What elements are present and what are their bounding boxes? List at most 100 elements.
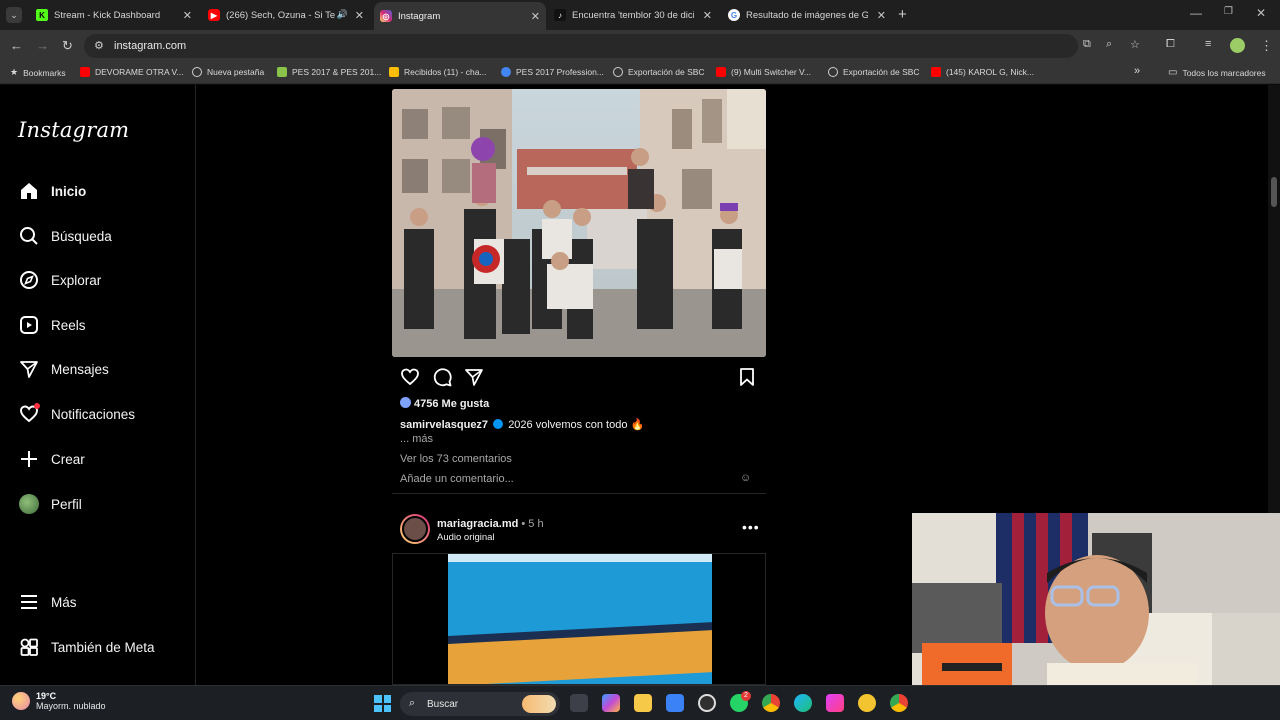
tab-google[interactable]: G Resultado de imágenes de Goo ✕ <box>722 4 892 26</box>
task-view-icon[interactable] <box>570 694 588 712</box>
close-tab-icon[interactable]: ✕ <box>355 9 364 22</box>
youtube-icon <box>80 67 90 77</box>
weather-widget[interactable]: 19°C Mayorm. nublado <box>12 691 106 711</box>
menu-icon[interactable]: ⋮ <box>1260 38 1273 54</box>
plus-icon <box>18 448 40 470</box>
cast-icon[interactable]: ⧉ <box>1083 38 1091 51</box>
tab-kick[interactable]: K Stream - Kick Dashboard ✕ <box>30 4 198 26</box>
google-icon: G <box>728 9 740 21</box>
post-author-avatar[interactable] <box>400 514 430 544</box>
nav-label: Más <box>51 594 77 610</box>
extensions-icon[interactable]: ⧠ <box>1166 38 1175 51</box>
nav-label: Notificaciones <box>51 406 136 422</box>
save-bookmark-icon[interactable] <box>738 367 756 392</box>
taskbar-search[interactable]: ⌕ Buscar <box>400 692 560 716</box>
share-icon[interactable] <box>464 367 484 392</box>
bookmark-item[interactable]: Nueva pestaña <box>192 67 264 77</box>
chrome-icon[interactable] <box>762 694 780 712</box>
minimize-icon[interactable]: — <box>1190 6 1202 20</box>
view-comments-link[interactable]: Ver los 73 comentarios <box>400 453 512 465</box>
address-bar[interactable]: ⚙ instagram.com <box>84 34 1078 58</box>
forward-icon[interactable]: → <box>36 38 49 53</box>
bookmark-item[interactable]: Exportación de SBC <box>613 67 705 77</box>
gmail-icon <box>389 67 399 77</box>
nav-item-busqueda[interactable]: Búsqueda <box>18 221 112 251</box>
likes-count[interactable]: 4756 Me gusta <box>400 397 489 410</box>
nav-item-perfil[interactable]: Perfil <box>18 489 82 519</box>
close-tab-icon[interactable]: ✕ <box>877 9 886 22</box>
like-heart-icon[interactable] <box>400 367 420 392</box>
tab-tiktok[interactable]: ♪ Encuentra 'temblor 30 de dicie ✕ <box>548 4 718 26</box>
nav-item-reels[interactable]: Reels <box>18 310 86 340</box>
youtube-icon <box>931 67 941 77</box>
bookmarks-bar: ★ Bookmarks DEVORAME OTRA V... Nueva pes… <box>0 62 1280 84</box>
bookmark-item[interactable]: PES 2017 Profession... <box>501 67 604 77</box>
nav-label: Explorar <box>51 272 102 288</box>
audio-playing-icon[interactable]: 🔊 <box>337 9 348 20</box>
kick-icon: K <box>36 9 48 21</box>
meta-apps-icon <box>18 636 40 658</box>
emoji-icon[interactable]: ☺ <box>740 472 751 484</box>
bookmark-item[interactable]: Recibidos (11) - cha... <box>389 67 487 77</box>
start-icon[interactable] <box>374 695 391 712</box>
game-icon[interactable] <box>858 694 876 712</box>
bookmarks-overflow-icon[interactable]: » <box>1134 65 1140 77</box>
edge-icon[interactable] <box>794 694 812 712</box>
file-explorer-icon[interactable] <box>634 694 652 712</box>
media-controls-icon[interactable]: ≡ <box>1205 38 1211 50</box>
nav-item-mensajes[interactable]: Mensajes <box>18 354 109 384</box>
nav-item-crear[interactable]: Crear <box>18 444 85 474</box>
instagram-logo[interactable]: Instagram <box>18 118 129 142</box>
bookmark-item[interactable]: ★ Bookmarks <box>10 67 66 78</box>
new-tab-button[interactable]: + <box>898 6 907 23</box>
store-icon[interactable] <box>666 694 684 712</box>
nav-item-tambien-de-meta[interactable]: También de Meta <box>18 632 155 662</box>
verified-badge-icon <box>493 419 504 429</box>
browser-toolbar: ← → ↻ ⚙ instagram.com ⧉ ⌕ ☆ ⧠ ≡ ⋮ <box>0 30 1280 62</box>
send-icon <box>18 358 40 380</box>
tab-instagram[interactable]: ◎ Instagram ✕ <box>374 2 546 30</box>
obs-icon[interactable] <box>698 694 716 712</box>
app-icon[interactable] <box>826 694 844 712</box>
nav-item-explorar[interactable]: Explorar <box>18 265 101 295</box>
post-video[interactable] <box>392 553 766 685</box>
more-options-icon[interactable]: ••• <box>742 519 760 535</box>
post-username[interactable]: mariagracia.md <box>437 518 518 530</box>
bookmark-item[interactable]: (9) Multi Switcher V... <box>716 67 811 77</box>
zoom-icon[interactable]: ⌕ <box>1106 38 1112 51</box>
restore-icon[interactable]: ❐ <box>1224 6 1233 17</box>
nav-item-notificaciones[interactable]: Notificaciones <box>18 399 135 429</box>
caption-more-link[interactable]: ... más <box>400 433 433 445</box>
nav-item-inicio[interactable]: Inicio <box>18 176 86 206</box>
chrome-alt-icon[interactable] <box>890 694 908 712</box>
bookmark-item[interactable]: Exportación de SBC <box>828 67 920 77</box>
post-username[interactable]: samirvelasquez7 <box>400 419 488 431</box>
scrollbar-thumb[interactable] <box>1271 177 1277 207</box>
notification-dot <box>34 403 40 409</box>
bookmark-item[interactable]: DEVORAME OTRA V... <box>80 67 184 77</box>
bookmark-star-icon[interactable]: ☆ <box>1130 38 1140 51</box>
tab-search-dropdown[interactable]: ⌄ <box>6 7 22 23</box>
bookmark-item[interactable]: PES 2017 & PES 201... <box>277 67 381 77</box>
nav-item-mas[interactable]: Más <box>18 587 77 617</box>
post-image[interactable] <box>392 89 766 357</box>
fire-emoji-icon: 🔥 <box>630 419 645 431</box>
search-icon <box>18 225 40 247</box>
post-audio[interactable]: Audio original <box>437 532 495 543</box>
close-tab-icon[interactable]: ✕ <box>183 9 192 22</box>
copilot-icon[interactable] <box>602 694 620 712</box>
globe-icon <box>192 67 202 77</box>
add-comment-input[interactable]: Añade un comentario... <box>400 473 514 485</box>
tab-title: Instagram <box>398 10 441 22</box>
all-bookmarks-button[interactable]: ▭ Todos los marcadores <box>1168 67 1266 78</box>
reload-icon[interactable]: ↻ <box>62 38 73 54</box>
close-window-icon[interactable]: ✕ <box>1256 6 1266 20</box>
tab-youtube[interactable]: ▶ (266) Sech, Ozuna - Si Te Va 🔊 ✕ <box>202 4 370 26</box>
comment-icon[interactable] <box>432 367 452 392</box>
back-icon[interactable]: ← <box>10 38 23 53</box>
bookmark-item[interactable]: (145) KAROL G, Nick... <box>931 67 1034 77</box>
close-tab-icon[interactable]: ✕ <box>703 9 712 22</box>
site-info-icon[interactable]: ⚙ <box>94 39 104 52</box>
close-tab-icon[interactable]: ✕ <box>531 10 540 23</box>
profile-avatar[interactable] <box>1230 38 1245 53</box>
